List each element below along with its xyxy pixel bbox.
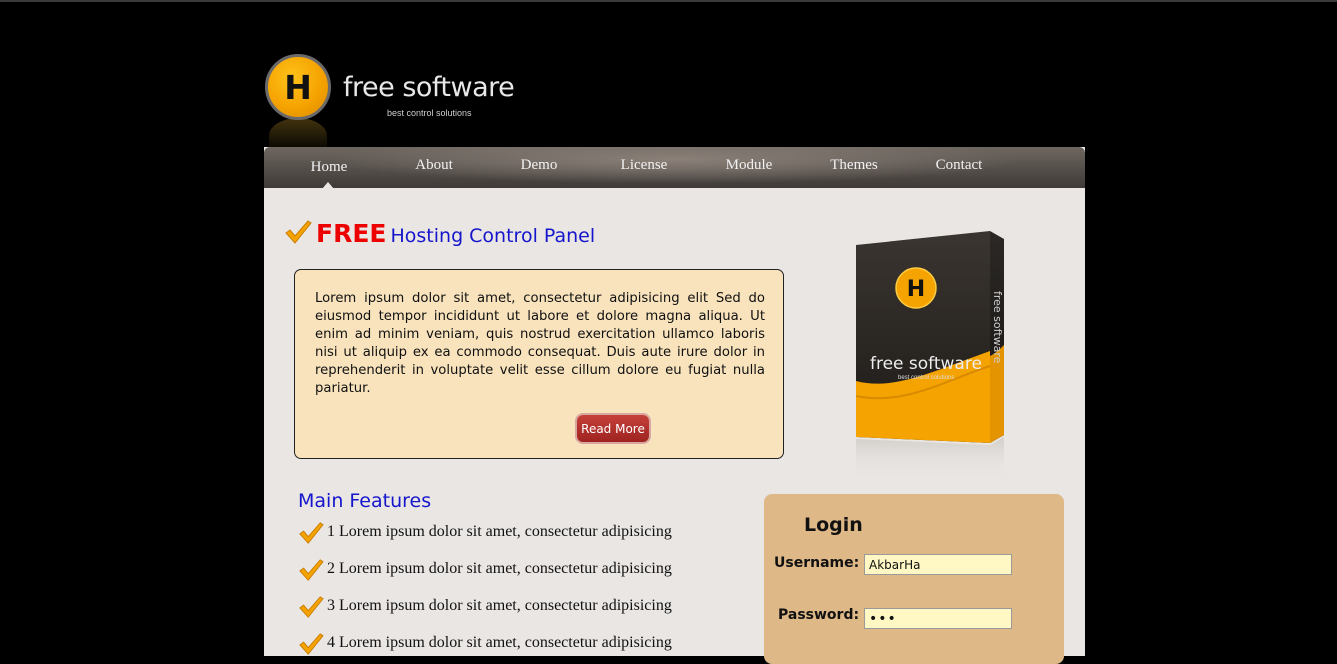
product-side-text: free software: [991, 291, 1004, 364]
feature-item: 2 Lorem ipsum dolor sit amet, consectetu…: [298, 556, 718, 584]
logo-badge-icon: H: [265, 54, 331, 120]
nav-item-license[interactable]: License: [589, 147, 699, 188]
login-panel: Login Username: Password:: [764, 494, 1064, 664]
product-box-image: H free software best control solutions f…: [854, 231, 1044, 491]
nav-item-themes[interactable]: Themes: [799, 147, 909, 188]
feature-text: 3 Lorem ipsum dolor sit amet, consectetu…: [327, 597, 672, 614]
logo-letter: H: [284, 67, 312, 107]
product-logo-letter: H: [907, 277, 925, 302]
feature-text: 1 Lorem ipsum dolor sit amet, consectetu…: [327, 523, 672, 540]
feature-text: 4 Lorem ipsum dolor sit amet, consectetu…: [327, 634, 672, 651]
checkmark-icon: [284, 219, 312, 249]
nav-item-about[interactable]: About: [379, 147, 489, 188]
intro-text: Lorem ipsum dolor sit amet, consectetur …: [315, 291, 765, 396]
product-tagline: best control solutions: [898, 375, 954, 381]
hero-heading: FREE Hosting Control Panel: [316, 219, 595, 248]
read-more-button[interactable]: Read More: [577, 415, 649, 442]
password-label: Password:: [778, 607, 860, 623]
username-label: Username:: [774, 555, 860, 571]
feature-text: 2 Lorem ipsum dolor sit amet, consectetu…: [327, 560, 672, 577]
window-top-border: [0, 0, 1337, 2]
feature-item: 1 Lorem ipsum dolor sit amet, consectetu…: [298, 519, 718, 547]
hero-free-text: FREE: [316, 219, 387, 248]
checkmark-icon: [298, 558, 324, 586]
nav-item-demo[interactable]: Demo: [484, 147, 594, 188]
logo-tagline: best control solutions: [387, 108, 472, 118]
product-title: free software: [870, 354, 982, 374]
checkmark-icon: [298, 521, 324, 549]
login-title: Login: [804, 514, 863, 536]
intro-box: Lorem ipsum dolor sit amet, consectetur …: [294, 269, 784, 459]
password-input[interactable]: [864, 608, 1012, 629]
checkmark-icon: [298, 595, 324, 623]
features-heading: Main Features: [298, 490, 432, 512]
site-logo[interactable]: H free software best control solutions: [265, 54, 525, 154]
nav-item-contact[interactable]: Contact: [904, 147, 1014, 188]
feature-item: 3 Lorem ipsum dolor sit amet, consectetu…: [298, 593, 718, 621]
logo-title: free software: [343, 72, 515, 103]
page-container: Home About Demo License Module Themes Co…: [264, 147, 1085, 664]
active-nav-indicator: [322, 182, 334, 189]
nav-item-module[interactable]: Module: [694, 147, 804, 188]
main-navigation: Home About Demo License Module Themes Co…: [264, 147, 1085, 189]
hero-heading-rest: Hosting Control Panel: [390, 225, 596, 247]
feature-item: 4 Lorem ipsum dolor sit amet, consectetu…: [298, 630, 718, 658]
username-input[interactable]: [864, 554, 1012, 575]
